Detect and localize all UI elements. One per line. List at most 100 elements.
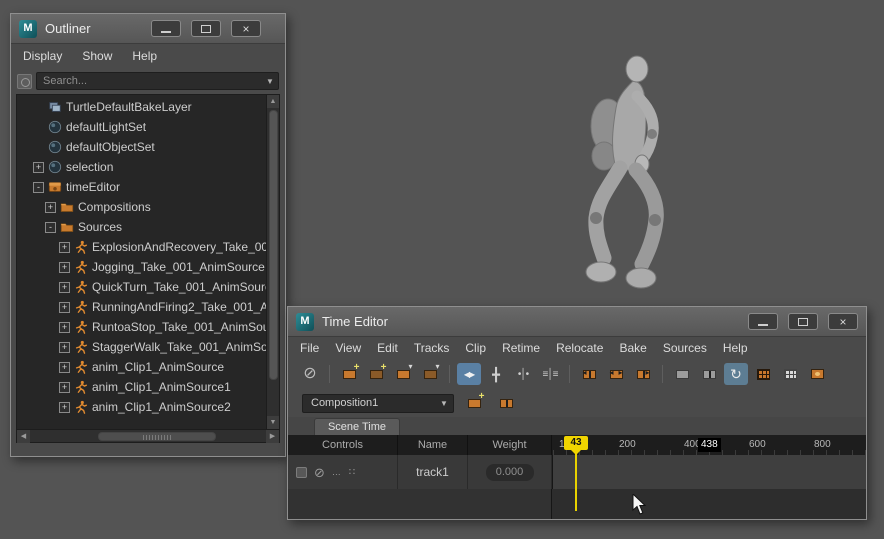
- track-ghost-icon[interactable]: ∷: [349, 467, 355, 478]
- trim-end-icon[interactable]: ▸: [631, 363, 655, 385]
- menu-show[interactable]: Show: [82, 49, 112, 63]
- track-controls: ⊘ … ∷: [288, 455, 398, 489]
- search-box[interactable]: ▼: [36, 72, 279, 90]
- tree-item-anim-source[interactable]: + Jogging_Take_001_AnimSource: [17, 257, 279, 277]
- tree-item-compositions[interactable]: + Compositions: [17, 197, 279, 217]
- ghost-clip-icon[interactable]: [805, 363, 829, 385]
- scroll-down-icon[interactable]: ▼: [266, 416, 279, 429]
- expand-toggle[interactable]: +: [45, 201, 56, 213]
- maximize-icon: [798, 317, 808, 326]
- tree-item-default-light-set[interactable]: defaultLightSet: [17, 117, 279, 137]
- tree-item-bake-layer[interactable]: TurtleDefaultBakeLayer: [17, 97, 279, 117]
- vertical-scrollbar[interactable]: ▲ ▼: [266, 95, 279, 429]
- track-mute-checkbox[interactable]: [296, 466, 307, 478]
- minimize-button[interactable]: [151, 20, 181, 37]
- composition-dropdown[interactable]: Composition1 ▼: [302, 393, 454, 413]
- create-clip-icon[interactable]: +: [337, 362, 361, 385]
- scroll-left-icon[interactable]: ◀: [17, 429, 30, 443]
- menu-sources[interactable]: Sources: [663, 341, 707, 355]
- import-clip-icon[interactable]: ▾: [418, 362, 442, 385]
- menu-view[interactable]: View: [335, 341, 361, 355]
- stack-compositions-icon[interactable]: [494, 392, 518, 414]
- close-button[interactable]: ×: [828, 313, 858, 330]
- menu-file[interactable]: File: [300, 341, 319, 355]
- tree-item-label: anim_Clip1_AnimSource1: [92, 380, 231, 394]
- expand-toggle[interactable]: +: [59, 341, 70, 353]
- menu-help[interactable]: Help: [723, 341, 748, 355]
- minimize-button[interactable]: [748, 313, 778, 330]
- snap-to-clip-icon[interactable]: •│•: [511, 363, 535, 385]
- tree-item-anim-source[interactable]: + RuntoaStop_Take_001_AnimSourc: [17, 317, 279, 337]
- add-composition-icon[interactable]: +: [462, 391, 486, 414]
- create-clip-from-selection-icon[interactable]: +: [364, 362, 388, 385]
- tab-scene-time[interactable]: Scene Time: [314, 418, 400, 435]
- tree-item-default-object-set[interactable]: defaultObjectSet: [17, 137, 279, 157]
- trim-both-icon[interactable]: ◂ ▸: [604, 363, 628, 385]
- export-clip-icon[interactable]: ▾: [391, 362, 415, 385]
- playhead-line[interactable]: [575, 453, 577, 511]
- search-input[interactable]: [43, 75, 262, 87]
- tree-item-anim-source[interactable]: + anim_Clip1_AnimSource: [17, 357, 279, 377]
- track-weight-field[interactable]: 0.000: [485, 463, 534, 481]
- close-button[interactable]: ×: [231, 20, 261, 37]
- expand-toggle[interactable]: +: [59, 401, 70, 413]
- tree-item-anim-source[interactable]: + anim_Clip1_AnimSource1: [17, 377, 279, 397]
- menu-retime[interactable]: Retime: [502, 341, 540, 355]
- outliner-titlebar[interactable]: M Outliner ×: [11, 14, 285, 44]
- menu-display[interactable]: Display: [23, 49, 62, 63]
- timeline-empty-area[interactable]: [288, 489, 866, 519]
- menu-relocate[interactable]: Relocate: [556, 341, 603, 355]
- ungroup-clips-icon[interactable]: [697, 363, 721, 385]
- menu-edit[interactable]: Edit: [377, 341, 398, 355]
- trim-start-icon[interactable]: ◂: [577, 363, 601, 385]
- scroll-right-icon[interactable]: ▶: [266, 429, 279, 443]
- loop-clip-icon[interactable]: ↻: [724, 363, 748, 385]
- expand-toggle[interactable]: +: [33, 161, 44, 173]
- tree-item-selection[interactable]: + selection: [17, 157, 279, 177]
- track-name-cell[interactable]: track1: [398, 455, 468, 489]
- move-clips-icon[interactable]: ╋: [484, 363, 508, 385]
- horizontal-scrollbar[interactable]: ◀ ▶: [16, 429, 280, 443]
- tree-item-sources[interactable]: - Sources: [17, 217, 279, 237]
- mute-icon[interactable]: ⊘: [298, 363, 322, 385]
- filter-icon[interactable]: [17, 73, 32, 89]
- tree-item-anim-source[interactable]: + QuickTurn_Take_001_AnimSource: [17, 277, 279, 297]
- tree-item-anim-source[interactable]: + ExplosionAndRecovery_Take_001_: [17, 237, 279, 257]
- tree-item-anim-source[interactable]: + anim_Clip1_AnimSource2: [17, 397, 279, 417]
- menu-tracks[interactable]: Tracks: [414, 341, 450, 355]
- time-editor-window: M Time Editor × File View Edit Tracks Cl…: [287, 306, 867, 520]
- expand-toggle[interactable]: +: [59, 361, 70, 373]
- expand-toggle[interactable]: +: [59, 321, 70, 333]
- playhead-marker[interactable]: 43: [564, 436, 588, 455]
- expand-toggle[interactable]: +: [59, 241, 70, 253]
- frame-grid-icon[interactable]: [778, 363, 802, 385]
- expand-toggle[interactable]: +: [59, 281, 70, 293]
- tree-item-time-editor[interactable]: - timeEditor: [17, 177, 279, 197]
- scale-grid-icon[interactable]: [751, 363, 775, 385]
- track-solo-icon[interactable]: ⊘: [314, 466, 325, 479]
- search-dropdown-icon[interactable]: ▼: [262, 77, 278, 86]
- razor-split-icon[interactable]: ◀▶: [457, 363, 481, 385]
- tree-item-anim-source[interactable]: + RunningAndFiring2_Take_001_An: [17, 297, 279, 317]
- menu-clip[interactable]: Clip: [465, 341, 486, 355]
- timeline-ruler[interactable]: 1 200 400 600 800 438: [553, 435, 866, 455]
- expand-toggle[interactable]: -: [33, 181, 44, 193]
- menu-bake[interactable]: Bake: [619, 341, 646, 355]
- track-options-icon[interactable]: …: [332, 467, 342, 477]
- horizontal-scroll-thumb[interactable]: [98, 431, 216, 441]
- menu-help[interactable]: Help: [132, 49, 157, 63]
- vertical-scroll-thumb[interactable]: [268, 110, 278, 380]
- align-clips-icon[interactable]: ≡│≡: [538, 363, 562, 385]
- maximize-button[interactable]: [788, 313, 818, 330]
- tree-item-anim-source[interactable]: + StaggerWalk_Take_001_AnimSour: [17, 337, 279, 357]
- track-timeline-lane[interactable]: [552, 455, 866, 489]
- time-editor-titlebar[interactable]: M Time Editor ×: [288, 307, 866, 337]
- frame-marker-badge[interactable]: 438: [698, 438, 721, 452]
- maximize-button[interactable]: [191, 20, 221, 37]
- scroll-up-icon[interactable]: ▲: [266, 95, 279, 108]
- expand-toggle[interactable]: -: [45, 221, 56, 233]
- expand-toggle[interactable]: +: [59, 381, 70, 393]
- group-clips-icon[interactable]: [670, 363, 694, 385]
- expand-toggle[interactable]: +: [59, 261, 70, 273]
- expand-toggle[interactable]: +: [59, 301, 70, 313]
